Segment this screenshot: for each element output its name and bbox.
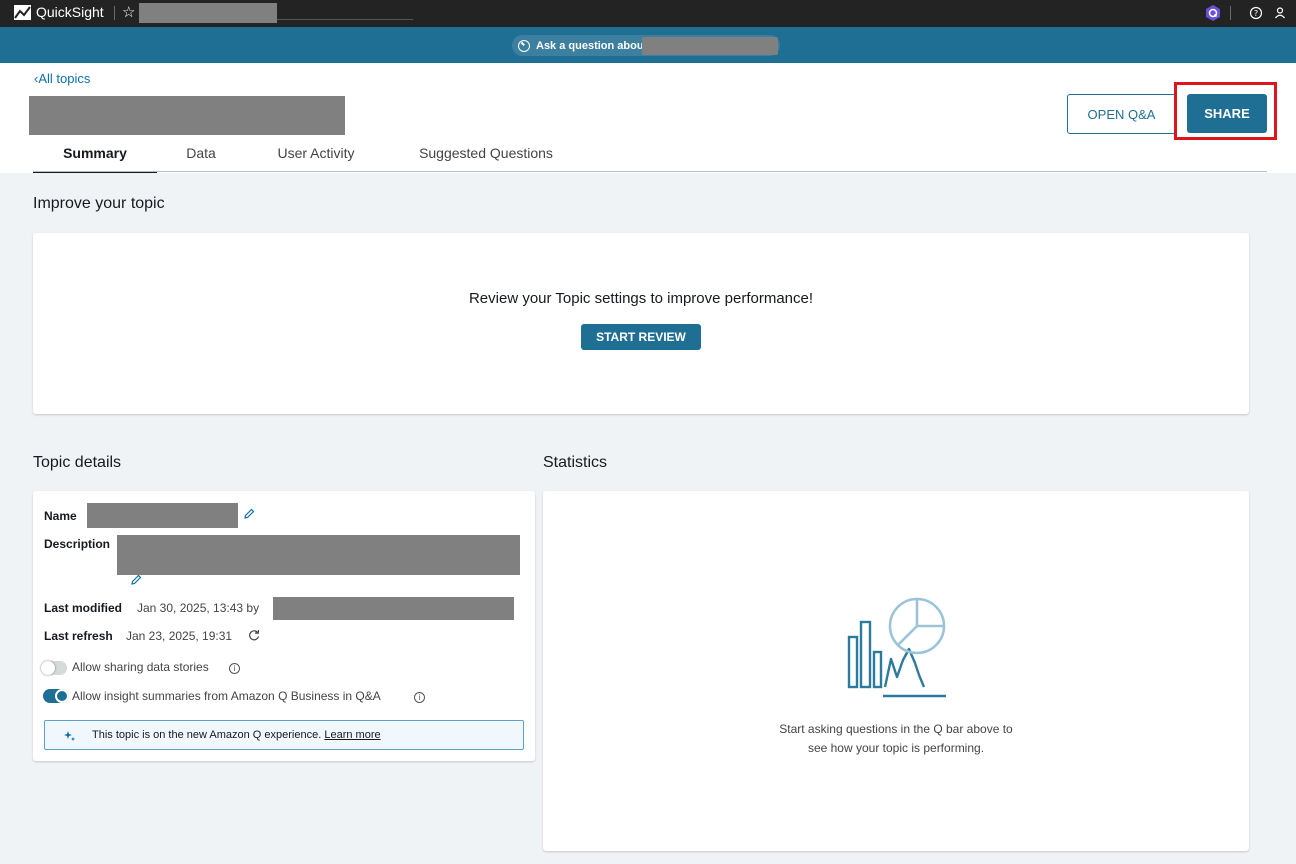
redacted-description-value <box>117 535 520 575</box>
topic-details-title: Topic details <box>33 454 122 471</box>
divider <box>277 19 413 20</box>
statistics-empty-message: Start asking questions in the Q bar abov… <box>779 722 1013 755</box>
statistics-empty-illustration-icon <box>847 597 946 698</box>
improve-message: Review your Topic settings to improve pe… <box>468 290 814 307</box>
notice-text: This topic is on the new Amazon Q experi… <box>92 729 381 741</box>
edit-name-pencil-icon[interactable] <box>243 508 255 520</box>
tab-suggested-questions[interactable]: Suggested Questions <box>387 145 585 172</box>
info-icon[interactable]: i <box>414 692 425 703</box>
last-refresh-label: Last refresh <box>44 629 113 643</box>
info-icon[interactable]: i <box>229 663 240 674</box>
q-icon <box>518 39 530 52</box>
q-bar: Ask a question about <box>0 27 1296 63</box>
svg-text:?: ? <box>1254 9 1258 18</box>
user-icon[interactable] <box>1271 4 1289 22</box>
topic-tabs: Summary Data User Activity Suggested Que… <box>33 145 585 173</box>
top-navigation-bar: QuickSight ☆ ? <box>0 0 1296 27</box>
tab-data[interactable]: Data <box>157 145 245 172</box>
redacted-modified-by <box>273 597 514 620</box>
name-label: Name <box>44 509 77 523</box>
insight-summaries-toggle[interactable] <box>43 689 69 703</box>
redacted-topic-title <box>29 96 345 135</box>
quicksight-logo[interactable]: QuickSight <box>14 4 104 20</box>
divider <box>1230 6 1231 20</box>
insight-summaries-toggle-label: Allow insight summaries from Amazon Q Bu… <box>72 689 381 703</box>
edit-description-pencil-icon[interactable] <box>130 574 142 586</box>
last-modified-value: Jan 30, 2025, 13:43 by <box>137 601 260 615</box>
data-stories-toggle[interactable] <box>41 661 67 675</box>
sparkle-icon <box>64 731 75 741</box>
statistics-title: Statistics <box>543 454 608 471</box>
amazon-q-icon[interactable] <box>1204 4 1222 22</box>
redacted-topic-name <box>139 3 277 23</box>
all-topics-label: All topics <box>38 71 91 86</box>
tabs-divider <box>33 171 1267 172</box>
open-qa-button[interactable]: OPEN Q&A <box>1067 94 1176 134</box>
amazon-q-notice: This topic is on the new Amazon Q experi… <box>44 720 524 750</box>
last-refresh-value: Jan 23, 2025, 19:31 <box>126 629 233 643</box>
share-button[interactable]: SHARE <box>1187 94 1267 133</box>
divider <box>114 6 115 20</box>
favorite-star-icon[interactable]: ☆ <box>122 3 135 21</box>
ask-question-placeholder: Ask a question about <box>536 39 648 52</box>
notice-message: This topic is on the new Amazon Q experi… <box>92 729 322 741</box>
all-topics-link[interactable]: ‹All topics <box>34 71 90 86</box>
toggle-knob <box>41 661 55 675</box>
learn-more-link[interactable]: Learn more <box>324 729 380 741</box>
redacted-name-value <box>87 503 238 528</box>
last-modified-label: Last modified <box>44 601 123 615</box>
data-stories-toggle-label: Allow sharing data stories <box>72 660 209 674</box>
improve-card: Review your Topic settings to improve pe… <box>33 233 1249 414</box>
statistics-card: Start asking questions in the Q bar abov… <box>543 491 1249 851</box>
ask-question-input[interactable]: Ask a question about <box>512 35 780 56</box>
topic-header: ‹All topics OPEN Q&A SHARE Summary Data … <box>0 63 1296 173</box>
app-name: QuickSight <box>36 4 104 20</box>
tab-user-activity[interactable]: User Activity <box>245 145 387 172</box>
description-label: Description <box>44 537 111 551</box>
start-review-button[interactable]: START REVIEW <box>581 324 701 350</box>
topic-details-card: Name Description Last modified Jan 30, 2… <box>33 491 535 761</box>
quicksight-logo-icon <box>14 4 31 20</box>
toggle-knob <box>55 689 69 703</box>
tab-summary[interactable]: Summary <box>33 145 157 173</box>
help-icon[interactable]: ? <box>1247 4 1265 22</box>
redacted-topic-name <box>642 37 778 55</box>
improve-section-title: Improve your topic <box>33 195 165 212</box>
refresh-icon[interactable] <box>247 628 261 642</box>
